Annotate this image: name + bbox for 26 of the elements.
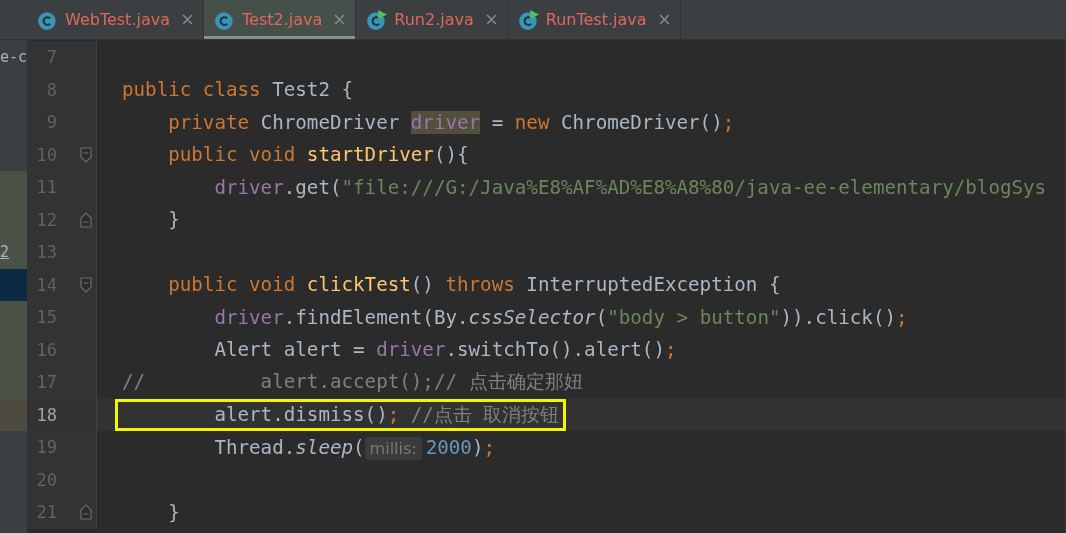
close-icon[interactable] [485, 14, 497, 25]
code-line: driver.get("file:///G:/Java%E8%AF%AD%E8%A8%80/java-ee-elementary/blogSys [213, 175, 1047, 199]
code-line: // alert.accept();// 点击确定那妞 [122, 369, 583, 396]
project-tree-text[interactable]: e-c [0, 48, 28, 67]
fold-icon[interactable] [80, 146, 92, 163]
close-icon[interactable] [334, 14, 346, 25]
close-icon[interactable] [182, 14, 193, 25]
code-line: private ChromeDriver driver = new ChromeDriver(); [167, 110, 735, 134]
code-line: } [167, 208, 180, 232]
code-line: public void startDriver(){ [167, 143, 469, 167]
fold-icon[interactable] [80, 211, 92, 228]
code-line: Thread.sleep( millis: 2000); [213, 435, 496, 459]
tree-row-highlight[interactable]: 2 [0, 236, 27, 269]
editor-tab[interactable]: Test2.java [204, 0, 357, 39]
code-line: public void clickTest() throws InterruptedException { [167, 273, 781, 297]
code-line: alert.dismiss(); //点击 取消按钮 [118, 401, 564, 428]
line-number: 18 [35, 404, 57, 425]
fold-icon[interactable] [80, 276, 92, 293]
code-line: } [167, 500, 180, 524]
fold-icon[interactable] [80, 504, 92, 521]
code-line: Alert alert = driver.switchTo().alert(); [213, 338, 677, 362]
project-tree-text[interactable]: 2 [0, 243, 10, 262]
close-icon[interactable] [658, 14, 670, 25]
tree-row-highlight[interactable] [0, 268, 27, 301]
code-line: public class Test2 { [122, 78, 354, 102]
code-line: driver.findElement(By.cssSelector("body > button")).click(); [213, 305, 908, 329]
